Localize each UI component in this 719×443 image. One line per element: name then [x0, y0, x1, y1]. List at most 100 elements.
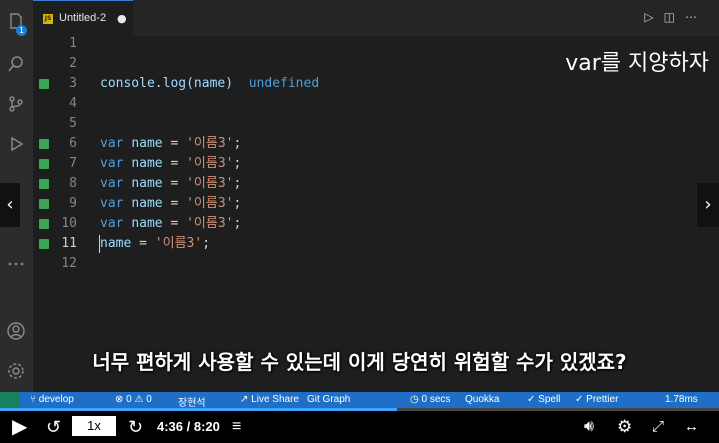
- identifier: name: [131, 176, 163, 191]
- keyword: var: [100, 156, 124, 171]
- status-git-graph[interactable]: Git Graph: [307, 394, 350, 405]
- code-line: 9 var name = '이름3';: [33, 194, 719, 214]
- keyword: var: [100, 176, 124, 191]
- identifier: name: [131, 196, 163, 211]
- check-icon: ✓: [527, 394, 539, 405]
- line-number: 12: [61, 256, 77, 271]
- volume-icon[interactable]: 🔊︎: [584, 411, 594, 443]
- code-line: 4: [33, 94, 719, 114]
- source-control-icon[interactable]: [7, 95, 25, 113]
- status-spell[interactable]: ✓ Spell: [527, 394, 560, 405]
- keyword: var: [100, 136, 124, 151]
- status-live-share[interactable]: ↗ Live Share: [240, 394, 299, 405]
- line-number: 1: [69, 36, 77, 51]
- video-overlay-title: var를 지양하자: [565, 51, 709, 76]
- tab-bar: JS Untitled-2 ● ▷◫⋯: [33, 0, 719, 36]
- string-literal: '이름3': [186, 136, 234, 151]
- code-line: 6 var name = '이름3';: [33, 134, 719, 154]
- code-text: console.log(name) undefined: [100, 74, 319, 94]
- chevron-right-icon[interactable]: ›: [697, 183, 719, 227]
- gutter-coverage-mark: [39, 139, 49, 149]
- video-subtitle: 너무 편하게 사용할 수 있는데 이게 당연히 위험할 수가 있겠죠?: [92, 350, 627, 374]
- string-literal: '이름3': [186, 156, 234, 171]
- tab-label: Untitled-2: [59, 12, 107, 24]
- keyword: var: [100, 196, 124, 211]
- status-branch[interactable]: ⑂ develop: [30, 394, 74, 405]
- line-number: 4: [69, 96, 77, 111]
- operator: =: [162, 156, 187, 171]
- operator: =: [131, 236, 155, 251]
- check-icon: ✓: [575, 394, 587, 405]
- code-text: var name = '이름3';: [100, 134, 241, 154]
- account-icon[interactable]: [7, 322, 25, 340]
- more-icon[interactable]: [7, 255, 25, 273]
- remote-indicator[interactable]: [0, 392, 20, 408]
- code-line: 5: [33, 114, 719, 134]
- status-quokka[interactable]: Quokka: [465, 394, 499, 405]
- code-line: 8 var name = '이름3';: [33, 174, 719, 194]
- code-area[interactable]: 1 2 3 console.log(name) undefined 4 5 6 …: [33, 34, 719, 392]
- identifier: name: [100, 236, 132, 251]
- semicolon: ;: [202, 236, 211, 251]
- semicolon: ;: [233, 176, 242, 191]
- code-text: var name = '이름3';: [100, 174, 241, 194]
- more-actions-icon[interactable]: ⋯: [685, 10, 707, 24]
- line-number: 10: [61, 216, 77, 231]
- run-icon[interactable]: ▷: [644, 10, 663, 24]
- line-number: 9: [69, 196, 77, 211]
- code-line-active: 11 name = '이름3';: [33, 234, 719, 254]
- chapters-icon[interactable]: ≡: [232, 411, 241, 443]
- status-problems[interactable]: ⊗ 0 ⚠ 0: [115, 394, 152, 405]
- rewind-icon[interactable]: ↺: [46, 411, 61, 443]
- gutter-coverage-mark: [39, 79, 49, 89]
- keyword: var: [100, 216, 124, 231]
- operator: =: [162, 136, 187, 151]
- play-icon[interactable]: ▶: [12, 411, 27, 443]
- status-author[interactable]: 장현석: [178, 394, 206, 409]
- code-line: 7 var name = '이름3';: [33, 154, 719, 174]
- code-text: var name = '이름3';: [100, 214, 241, 234]
- string-literal: '이름3': [186, 176, 234, 191]
- inline-result: undefined: [248, 76, 320, 91]
- gutter-coverage-mark: [39, 179, 49, 189]
- fullscreen-icon[interactable]: ⤢: [652, 411, 664, 443]
- live-share-icon: ↗: [240, 394, 252, 405]
- search-icon[interactable]: [7, 55, 25, 73]
- code-line: 3 console.log(name) undefined: [33, 74, 719, 94]
- chevron-left-icon[interactable]: ‹: [0, 183, 20, 227]
- expand-icon[interactable]: ↔: [684, 411, 699, 443]
- status-perf: 1.78ms: [665, 394, 698, 405]
- string-literal: '이름3': [186, 196, 234, 211]
- tab-untitled-2[interactable]: JS Untitled-2 ●: [33, 0, 133, 36]
- explorer-badge: 1: [16, 25, 27, 36]
- status-prettier[interactable]: ✓ Prettier: [575, 394, 618, 405]
- video-controls: ▶ ↺ 1x ↻ 4:36 / 8:20 ≡ 🔊︎ ⚙ ⤢ ↔: [0, 411, 719, 443]
- unsaved-dot-icon[interactable]: ●: [117, 12, 127, 25]
- forward-icon[interactable]: ↻: [128, 411, 143, 443]
- code-line: 12: [33, 254, 719, 274]
- operator: =: [162, 216, 187, 231]
- identifier: name: [131, 136, 163, 151]
- time-display: 4:36 / 8:20: [157, 419, 220, 434]
- semicolon: ;: [233, 136, 242, 151]
- code-text: name = '이름3';: [100, 234, 210, 254]
- line-number: 6: [69, 136, 77, 151]
- status-bar: ⑂ develop ⊗ 0 ⚠ 0 장현석 ↗ Live Share Git G…: [0, 392, 719, 409]
- gutter-coverage-mark: [39, 219, 49, 229]
- code-line: 10 var name = '이름3';: [33, 214, 719, 234]
- gutter-coverage-mark: [39, 199, 49, 209]
- run-debug-icon[interactable]: [7, 135, 25, 153]
- line-number: 3: [69, 76, 77, 91]
- split-editor-icon[interactable]: ◫: [664, 10, 685, 24]
- javascript-file-icon: JS: [43, 14, 53, 24]
- line-number: 2: [69, 56, 77, 71]
- settings-icon[interactable]: ⚙: [617, 411, 632, 443]
- semicolon: ;: [233, 156, 242, 171]
- line-number: 8: [69, 176, 77, 191]
- semicolon: ;: [233, 216, 242, 231]
- editor-actions: ▷◫⋯: [644, 10, 707, 24]
- line-number: 7: [69, 156, 77, 171]
- status-timer[interactable]: ◷ 0 secs: [410, 394, 450, 405]
- branch-icon: ⑂: [30, 394, 39, 405]
- playback-speed-button[interactable]: 1x: [72, 416, 116, 436]
